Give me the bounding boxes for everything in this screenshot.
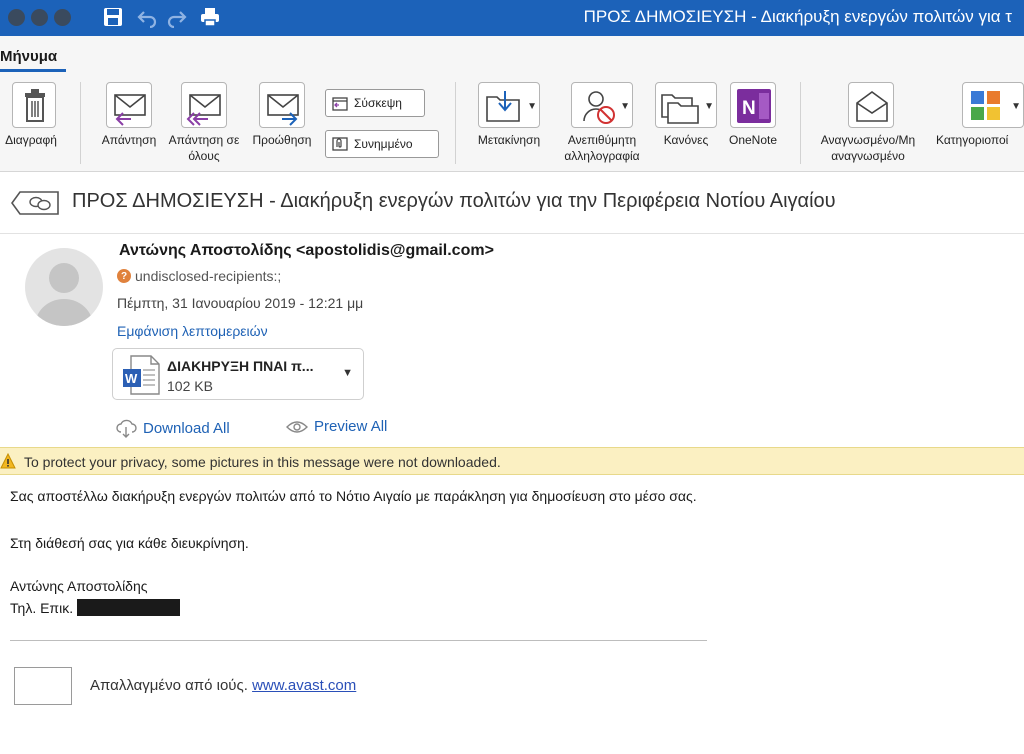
eye-icon xyxy=(286,420,308,433)
warning-icon xyxy=(0,453,16,469)
chevron-down-icon: ▼ xyxy=(704,101,714,112)
read-unread-label: Αναγνωσμένο/Μη αναγνωσμένο xyxy=(820,133,916,163)
avatar xyxy=(25,248,103,326)
onenote-icon: N xyxy=(737,89,771,123)
rules-label: Κανόνες xyxy=(663,133,709,147)
attachment-button[interactable]: Συνημμένο xyxy=(325,130,439,158)
reply-label: Απάντηση xyxy=(101,133,157,147)
zoom-window-button[interactable] xyxy=(54,9,71,26)
redo-icon[interactable] xyxy=(166,6,188,28)
calendar-icon xyxy=(332,97,348,111)
signature-phone: Τηλ. Επικ. xyxy=(10,599,180,616)
word-document-icon: W xyxy=(123,355,160,395)
delete-button[interactable]: Διαγραφή xyxy=(0,74,62,170)
message-date: Πέμπτη, 31 Ιανουαρίου 2019 - 12:21 μμ xyxy=(117,295,364,311)
junk-button[interactable]: ▼ Ανεπιθύμητη αλληλογραφία xyxy=(553,74,651,170)
svg-text:N: N xyxy=(742,98,756,119)
privacy-notice-text[interactable]: To protect your privacy, some pictures i… xyxy=(24,454,501,470)
chevron-down-icon: ▼ xyxy=(620,101,630,112)
move-button[interactable]: ▼ Μετακίνηση xyxy=(466,74,552,170)
categorize-button[interactable]: ▼ Κατηγοριοποί xyxy=(932,74,1024,170)
signature-divider xyxy=(10,640,707,641)
svg-text:W: W xyxy=(125,371,138,386)
conversation-icon[interactable] xyxy=(10,188,62,218)
tab-message[interactable]: Μήνυμα xyxy=(0,48,57,65)
attachment-size: 102 KB xyxy=(167,378,213,394)
ribbon-separator xyxy=(800,82,801,164)
show-details-link[interactable]: Εμφάνιση λεπτομερειών xyxy=(117,323,268,339)
signature-phone-label: Τηλ. Επικ. xyxy=(10,600,74,616)
close-window-button[interactable] xyxy=(8,9,25,26)
cloud-download-icon xyxy=(116,419,137,438)
sender[interactable]: Αντώνης Αποστολίδης <apostolidis@gmail.c… xyxy=(119,242,494,260)
reply-all-icon xyxy=(186,94,221,126)
attachment-card[interactable]: W ΔΙΑΚΗΡΥΞΗ ΠΝΑΙ π... 102 KB ▼ xyxy=(112,348,364,400)
message-subject: ΠΡΟΣ ΔΗΜΟΣΙΕΥΣΗ - Διακήρυξη ενεργών πολι… xyxy=(72,190,836,212)
minimize-window-button[interactable] xyxy=(31,9,48,26)
meeting-button[interactable]: Σύσκεψη xyxy=(325,89,425,117)
attachment-name: ΔΙΑΚΗΡΥΞΗ ΠΝΑΙ π... xyxy=(167,358,314,374)
reply-button[interactable]: Απάντηση xyxy=(93,74,165,170)
trash-icon xyxy=(25,89,45,122)
avast-footer: Απαλλαγμένο από ιούς. www.avast.com xyxy=(90,677,356,694)
junk-label: Ανεπιθύμητη αλληλογραφία xyxy=(564,133,640,163)
move-label: Μετακίνηση xyxy=(477,133,541,147)
ribbon-tab-bar: Μήνυμα xyxy=(0,36,1024,74)
preview-all-label: Preview All xyxy=(314,418,388,435)
forward-label: Προώθηση xyxy=(252,133,312,147)
signature-name: Αντώνης Αποστολίδης xyxy=(10,578,148,594)
subject-row: ΠΡΟΣ ΔΗΜΟΣΙΕΥΣΗ - Διακήρυξη ενεργών πολι… xyxy=(0,172,1024,234)
ribbon: Διαγραφή Απάντηση Απάντηση σε όλους Προώ… xyxy=(0,74,1024,172)
recipients-text: undisclosed-recipients:; xyxy=(135,268,282,284)
forward-icon xyxy=(267,94,299,126)
reply-all-button[interactable]: Απάντηση σε όλους xyxy=(168,74,240,170)
reply-all-label: Απάντηση σε όλους xyxy=(168,133,240,163)
tab-underline xyxy=(0,69,66,72)
body-line-2: Στη διάθεσή σας για κάθε διευκρίνηση. xyxy=(10,535,249,551)
chevron-down-icon: ▼ xyxy=(527,101,537,112)
paperclip-icon xyxy=(332,137,348,151)
ribbon-separator xyxy=(80,82,81,164)
onenote-button[interactable]: N OneNote xyxy=(722,74,784,170)
meeting-label: Σύσκεψη xyxy=(354,96,402,110)
avast-logo-placeholder[interactable] xyxy=(14,667,72,705)
download-all-label: Download All xyxy=(143,419,230,437)
body-line-1: Σας αποστέλλω διακήρυξη ενεργών πολιτών … xyxy=(10,488,697,504)
recipients: ? undisclosed-recipients:; xyxy=(117,268,281,284)
avast-link[interactable]: www.avast.com xyxy=(252,677,356,694)
recipient-status-icon: ? xyxy=(117,269,131,283)
open-envelope-icon xyxy=(856,91,888,122)
title-bar: ΠΡΟΣ ΔΗΜΟΣΙΕΥΣΗ - Διακήρυξη ενεργών πολι… xyxy=(0,0,1024,36)
onenote-label: OneNote xyxy=(728,133,778,147)
chevron-down-icon[interactable]: ▼ xyxy=(342,367,353,379)
person-icon xyxy=(35,263,93,326)
privacy-notice-bar: To protect your privacy, some pictures i… xyxy=(0,447,1024,475)
reply-icon xyxy=(114,94,146,126)
preview-all-link[interactable]: Preview All xyxy=(286,418,387,435)
chevron-down-icon: ▼ xyxy=(1011,101,1021,112)
attachment-label: Συνημμένο xyxy=(354,137,413,151)
rules-button[interactable]: ▼ Κανόνες xyxy=(652,74,720,170)
read-unread-button[interactable]: Αναγνωσμένο/Μη αναγνωσμένο xyxy=(808,74,928,170)
print-icon[interactable] xyxy=(199,6,221,28)
delete-label: Διαγραφή xyxy=(5,133,57,147)
avast-text: Απαλλαγμένο από ιούς. xyxy=(90,677,248,694)
redacted-phone-number xyxy=(76,599,180,616)
categorize-label: Κατηγοριοποί xyxy=(936,133,1009,147)
save-icon[interactable] xyxy=(102,6,124,28)
ribbon-separator xyxy=(455,82,456,164)
window-title: ΠΡΟΣ ΔΗΜΟΣΙΕΥΣΗ - Διακήρυξη ενεργών πολι… xyxy=(583,7,1012,26)
download-all-link[interactable]: Download All xyxy=(115,418,230,438)
forward-button[interactable]: Προώθηση xyxy=(244,74,320,170)
undo-icon[interactable] xyxy=(136,6,158,28)
